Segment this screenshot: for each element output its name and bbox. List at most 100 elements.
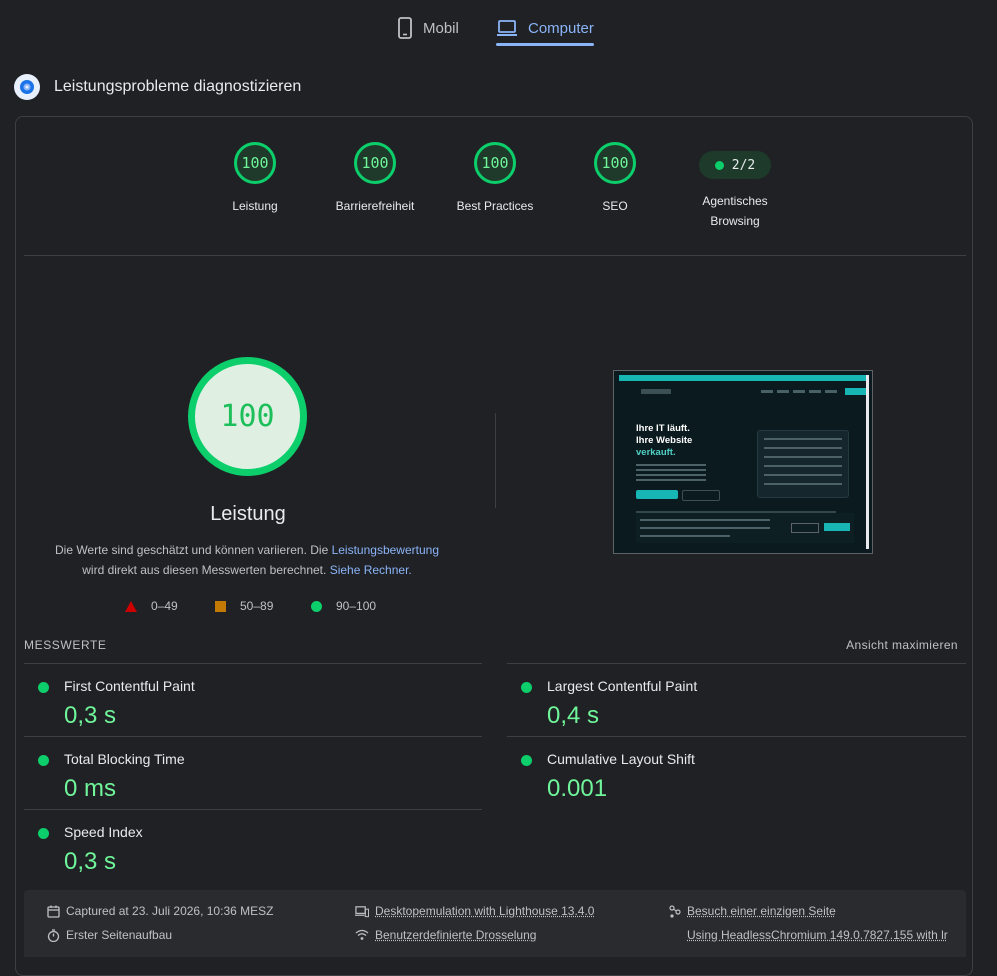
thumb-nav — [619, 385, 867, 397]
legend-average-label: 50–89 — [240, 599, 274, 613]
metric-divider — [24, 663, 482, 664]
scoring-link[interactable]: Leistungsbewertung — [332, 543, 439, 557]
emulation-text: Desktopemulation with Lighthouse 13.4.0 — [375, 904, 595, 918]
score-ring: 100 — [594, 142, 636, 184]
metrics-header: MESSWERTE — [24, 638, 107, 652]
thumb-h3: verkauft. — [636, 447, 676, 458]
desc-text-2: wird direkt aus diesen Messwerten berech… — [82, 563, 330, 577]
thumb-cta — [636, 490, 678, 499]
final-screenshot[interactable]: Ihre IT läuft. Ihre Website verkauft. — [613, 370, 873, 554]
first-load-info: Erster Seitenaufbau — [46, 928, 172, 942]
browser-info[interactable]: Using HeadlessChromium 149.0.7827.155 wi… — [687, 928, 948, 942]
performance-title: Leistung — [210, 503, 286, 525]
agentic-label-line1: Agentisches — [702, 194, 768, 208]
calculator-link[interactable]: Siehe Rechner. — [330, 563, 412, 577]
timer-icon — [46, 928, 60, 942]
divider — [24, 255, 966, 256]
score-ring: 100 — [474, 142, 516, 184]
agentic-pill: 2/2 — [699, 151, 771, 179]
pass-dot-icon — [38, 828, 49, 839]
gauge-accessibility[interactable]: 100 Barrierefreiheit — [310, 142, 440, 216]
metric-cls: Cumulative Layout Shift 0.001 — [507, 751, 947, 802]
metric-value: 0.001 — [547, 775, 608, 802]
gauge-label: Barrierefreiheit — [335, 199, 415, 213]
nodes-icon — [667, 904, 681, 918]
gauge-label: SEO — [602, 199, 628, 213]
score-ring: 100 — [354, 142, 396, 184]
device-tabs: Mobil Computer — [0, 0, 997, 46]
throttling-text: Benutzerdefinierte Drosselung — [375, 928, 537, 942]
tab-desktop-label: Computer — [528, 19, 594, 37]
legend-poor-label: 0–49 — [151, 599, 178, 613]
desc-text-1: Die Werte sind geschätzt und können vari… — [54, 543, 332, 557]
thumb-h2: Ihre Website — [636, 435, 693, 446]
thumb-h1: Ihre IT läuft. — [636, 423, 690, 434]
triangle-icon — [125, 600, 137, 612]
thumb-cookie-banner — [636, 513, 854, 543]
pass-dot-icon — [38, 755, 49, 766]
legend-good-label: 90–100 — [336, 599, 377, 613]
tab-desktop[interactable]: Computer — [496, 10, 594, 46]
metric-divider — [507, 736, 966, 737]
laptop-icon — [496, 19, 518, 37]
metric-speed-index: Speed Index 0,3 s — [24, 824, 464, 875]
agentic-label-line2: Browsing — [710, 214, 760, 228]
legend-poor: 0–49 — [125, 599, 178, 613]
calendar-icon — [46, 904, 60, 918]
visit-text: Besuch einer einzigen Seite — [687, 904, 836, 918]
gauge-label: Agentisches Browsing — [670, 191, 800, 231]
metric-lcp: Largest Contentful Paint 0,4 s — [507, 678, 947, 729]
tab-mobile-label: Mobil — [423, 19, 459, 37]
emulation-info[interactable]: Desktopemulation with Lighthouse 13.4.0 — [355, 904, 594, 918]
agentic-value: 2/2 — [731, 157, 756, 173]
gauge-seo[interactable]: 100 SEO — [550, 142, 680, 216]
gauge-best-practices[interactable]: 100 Best Practices — [430, 142, 560, 216]
browser-text: Using HeadlessChromium 149.0.7827.155 wi… — [687, 928, 948, 942]
pass-dot-icon — [38, 682, 49, 693]
vertical-separator — [495, 413, 496, 508]
metric-divider — [24, 736, 482, 737]
metric-fcp: First Contentful Paint 0,3 s — [24, 678, 464, 729]
metric-value: 0,3 s — [64, 702, 117, 729]
thumb-paragraph — [636, 464, 706, 484]
captured-text: Captured at 23. Juli 2026, 10:36 MESZ — [66, 904, 274, 918]
gauge-label: Best Practices — [456, 199, 534, 213]
lighthouse-icon — [14, 74, 40, 100]
score-ring: 100 — [234, 142, 276, 184]
throttling-info[interactable]: Benutzerdefinierte Drosselung — [355, 928, 536, 942]
pass-dot-icon — [521, 682, 532, 693]
devices-icon — [355, 904, 369, 918]
first-load-text: Erster Seitenaufbau — [66, 928, 173, 942]
legend-average: 50–89 — [215, 599, 273, 613]
gauge-label: Leistung — [232, 199, 278, 213]
metric-value: 0,3 s — [64, 848, 117, 875]
square-icon — [215, 600, 226, 612]
metric-divider — [507, 663, 966, 664]
pass-dot-icon — [521, 755, 532, 766]
metric-name: Largest Contentful Paint — [547, 678, 698, 694]
runtime-settings: Captured at 23. Juli 2026, 10:36 MESZ Er… — [24, 890, 966, 957]
performance-score-ring: 100 — [188, 357, 307, 476]
circle-icon — [311, 600, 322, 612]
page-title: Leistungsprobleme diagnostizieren — [54, 78, 302, 95]
metric-name: First Contentful Paint — [64, 678, 195, 694]
metric-divider — [24, 809, 482, 810]
thumb-headline: Ihre IT läuft. Ihre Website verkauft. — [636, 423, 692, 459]
wifi-icon — [355, 928, 369, 942]
metric-value: 0 ms — [64, 775, 117, 802]
thumb-scrollbar — [866, 375, 869, 549]
metric-tbt: Total Blocking Time 0 ms — [24, 751, 464, 802]
expand-view-toggle[interactable]: Ansicht maximieren — [846, 638, 958, 652]
gauge-performance[interactable]: 100 Leistung — [190, 142, 320, 216]
thumb-panel — [757, 430, 849, 498]
tab-mobile[interactable]: Mobil — [397, 10, 459, 46]
captured-info: Captured at 23. Juli 2026, 10:36 MESZ — [46, 904, 273, 918]
phone-icon — [397, 17, 413, 39]
thumb-cta-secondary — [682, 490, 720, 501]
metric-name: Total Blocking Time — [64, 751, 185, 767]
metric-name: Cumulative Layout Shift — [547, 751, 695, 767]
gauge-agentic-browsing[interactable]: 2/2 Agentisches Browsing — [670, 142, 800, 231]
thumb-banner — [619, 375, 867, 381]
visit-info[interactable]: Besuch einer einzigen Seite — [667, 904, 836, 918]
pass-dot-icon — [714, 160, 724, 170]
